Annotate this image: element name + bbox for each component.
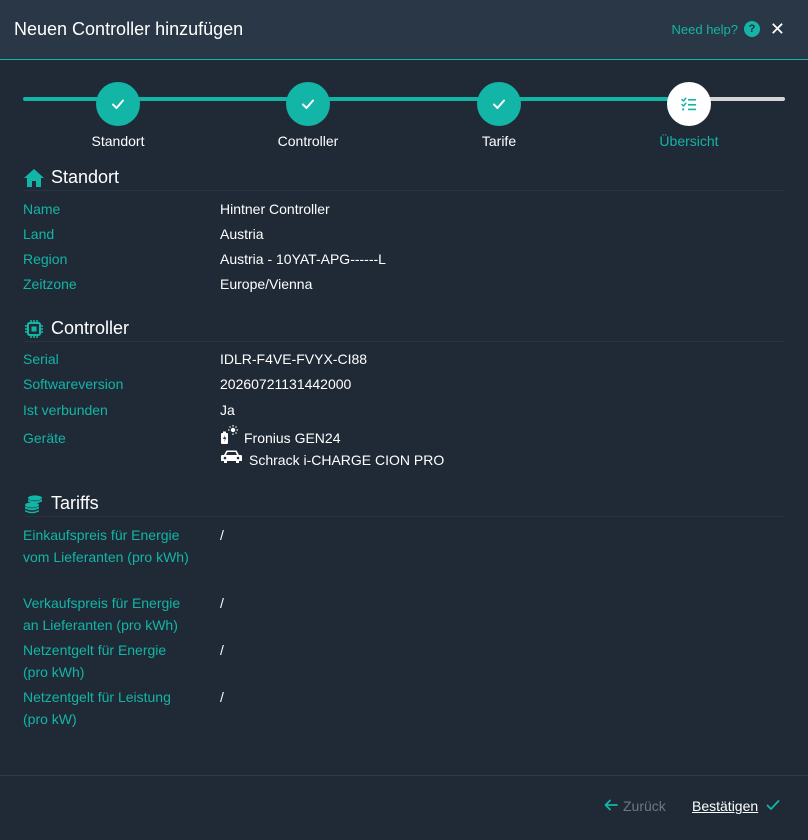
- step-label: Standort: [91, 133, 145, 149]
- home-icon: [23, 167, 45, 189]
- row-key: Zeitzone: [23, 276, 77, 292]
- row-key: Netzentgelt für Energie (pro kWh): [23, 642, 167, 680]
- dialog-title: Neuen Controller hinzufügen: [14, 19, 244, 39]
- row-value: Hintner Controller: [220, 201, 330, 217]
- confirm-button[interactable]: Bestätigen: [692, 798, 780, 814]
- step-standort[interactable]: Standort: [58, 82, 178, 149]
- row-value: /: [220, 689, 224, 705]
- chip-icon: [23, 318, 45, 340]
- row-key: Netzentgelt für Leistung (pro kW): [23, 689, 171, 727]
- add-controller-dialog: Neuen Controller hinzufügen Need help? ?…: [0, 0, 808, 840]
- row-value: /: [220, 642, 224, 658]
- device-item: Fronius GEN24: [220, 425, 444, 451]
- check-icon: [766, 798, 780, 814]
- row-value: /: [220, 527, 224, 543]
- device-item: Schrack i-CHARGE CION PRO: [220, 449, 444, 471]
- confirm-label[interactable]: Bestätigen: [692, 798, 758, 814]
- check-icon: [96, 82, 140, 126]
- check-icon: [477, 82, 521, 126]
- row-key: Name: [23, 201, 61, 217]
- row-value: IDLR-F4VE-FVYX-CI88: [220, 351, 368, 367]
- row-value: Europe/Vienna: [220, 276, 313, 292]
- section-title: Tariffs: [51, 493, 99, 513]
- row-key: Region: [23, 251, 68, 267]
- coins-icon: [23, 493, 45, 515]
- check-icon: [286, 82, 330, 126]
- device-list: Fronius GEN24 Schrack i-CHARGE CION PRO: [220, 425, 444, 471]
- step-label: Übersicht: [659, 133, 719, 149]
- dialog-footer: Zurück Bestätigen: [0, 775, 808, 840]
- device-name: Schrack i-CHARGE CION PRO: [249, 452, 445, 468]
- back-label[interactable]: Zurück: [623, 798, 666, 814]
- help-icon[interactable]: ?: [744, 21, 760, 37]
- row-key: Einkaufspreis für Energie vom Lieferante…: [23, 527, 189, 565]
- section-title: Controller: [51, 318, 130, 338]
- row-value: /: [220, 595, 224, 611]
- row-value: 20260721131442000: [220, 376, 352, 392]
- help-label[interactable]: Need help?: [672, 22, 739, 37]
- row-key: Ist verbunden: [23, 402, 108, 418]
- row-value: Austria - 10YAT-APG------L: [220, 251, 386, 267]
- back-button[interactable]: Zurück: [604, 798, 666, 814]
- step-label: Tarife: [481, 133, 517, 149]
- step-tarife[interactable]: Tarife: [439, 82, 559, 149]
- section-title: Standort: [51, 167, 120, 187]
- dialog-header: Neuen Controller hinzufügen Need help? ?…: [0, 0, 808, 60]
- help-link[interactable]: Need help? ?: [672, 21, 760, 37]
- row-key: Land: [23, 226, 55, 242]
- row-value: Ja: [220, 402, 235, 418]
- step-controller[interactable]: Controller: [248, 82, 368, 149]
- checklist-icon: [667, 82, 711, 126]
- close-icon[interactable]: ✕: [770, 20, 785, 38]
- arrow-left-icon: [604, 798, 618, 814]
- section-controller-header: Controller: [23, 316, 785, 342]
- row-value: Austria: [220, 226, 264, 242]
- row-key: Softwareversion: [23, 376, 124, 392]
- device-name: Fronius GEN24: [244, 430, 341, 446]
- row-key: Serial: [23, 351, 59, 367]
- step-uebersicht[interactable]: Übersicht: [629, 82, 749, 149]
- section-standort-header: Standort: [23, 165, 785, 191]
- solar-battery-icon: [220, 425, 238, 451]
- step-label: Controller: [277, 133, 339, 149]
- row-key: Verkaufspreis für Energie an Lieferanten…: [23, 595, 181, 633]
- car-icon: [220, 449, 243, 471]
- row-key: Geräte: [23, 430, 66, 446]
- wizard-stepper: Standort Controller Tarife Übersicht: [0, 60, 808, 155]
- section-tariffs-header: Tariffs: [23, 491, 785, 517]
